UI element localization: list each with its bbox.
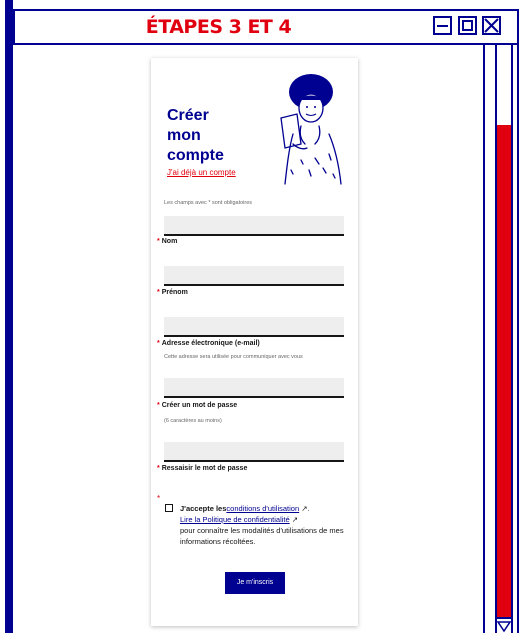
email-field[interactable]: [164, 317, 344, 337]
window-title: ÉTAPES 3 ET 4: [145, 16, 292, 38]
nom-label: * Nom: [157, 238, 177, 245]
prenom-label: * Prénom: [157, 289, 188, 296]
email-hint: Cette adresse sera utilisée pour communi…: [164, 354, 303, 360]
arrow-down-icon: [497, 621, 511, 633]
signup-button[interactable]: Je m'inscris: [225, 572, 285, 594]
title-line: Créer: [167, 107, 209, 124]
email-label: * Adresse électronique (e-mail): [157, 340, 260, 347]
scroll-down-button[interactable]: [497, 617, 511, 635]
nom-field[interactable]: [164, 216, 344, 236]
password-hint: (6 caractères au moins): [164, 418, 222, 424]
required-star: *: [157, 402, 160, 409]
prenom-field[interactable]: [164, 266, 344, 286]
terms-text: J'accepte lesconditions d'utilisation ↗.…: [180, 504, 344, 546]
terms-suffix: pour connaître les modalités d'utilisati…: [180, 526, 344, 546]
password-field[interactable]: [164, 378, 344, 398]
field-label-text: Prénom: [161, 289, 188, 296]
required-star: *: [157, 340, 160, 347]
field-label-text: Ressaisir le mot de passe: [161, 465, 248, 472]
scrollbar-track[interactable]: [495, 45, 513, 635]
confirm-password-label: * Ressaisir le mot de passe: [157, 465, 247, 472]
field-label-text: Adresse électronique (e-mail): [161, 340, 260, 347]
scrollbar-thumb[interactable]: [497, 125, 511, 627]
required-star: *: [157, 238, 160, 245]
required-star: *: [157, 465, 160, 472]
terms-link[interactable]: conditions d'utilisation: [226, 504, 299, 513]
page-title: Créer mon compte: [167, 106, 277, 166]
title-line: mon: [167, 127, 201, 144]
close-icon: [484, 18, 499, 33]
field-label-text: Créer un mot de passe: [161, 402, 238, 409]
window-left-border: [5, 0, 13, 633]
title-line: compte: [167, 147, 224, 164]
password-label: * Créer un mot de passe: [157, 402, 237, 409]
external-link-icon: ↗: [291, 515, 299, 524]
privacy-policy-link[interactable]: Lire la Politique de confidentialité: [180, 515, 290, 524]
field-label-text: Nom: [161, 238, 178, 245]
terms-checkbox[interactable]: [165, 504, 173, 512]
required-fields-note: Les champs avec * sont obligatoires: [164, 200, 253, 206]
vertical-scrollbar[interactable]: [483, 45, 519, 635]
close-button[interactable]: [482, 16, 501, 35]
required-star: *: [157, 494, 161, 503]
minimize-button[interactable]: [433, 16, 452, 35]
required-star: *: [157, 289, 160, 296]
confirm-password-field[interactable]: [164, 442, 344, 462]
terms-prefix: J'accepte les: [180, 504, 227, 513]
signup-form-card: Créer mon compte J'ai déjà un compte Les…: [151, 58, 358, 626]
person-illustration: [280, 74, 342, 185]
login-link[interactable]: J'ai déjà un compte: [167, 168, 236, 177]
maximize-button[interactable]: [458, 16, 477, 35]
app-window: ÉTAPES 3 ET 4 Créer mon compte J'ai déjà…: [0, 0, 524, 635]
title-bar[interactable]: ÉTAPES 3 ET 4: [13, 9, 519, 45]
